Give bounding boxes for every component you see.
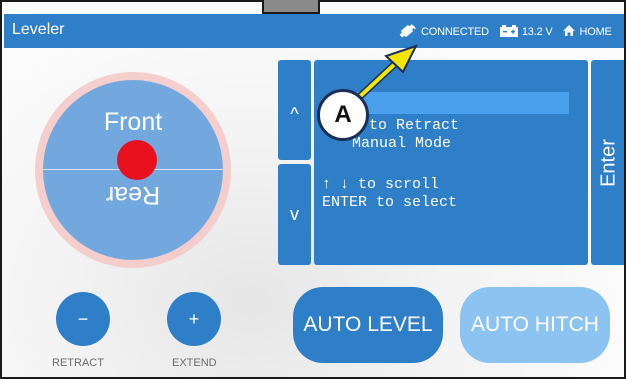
screen-frame: Leveler CONNECTED 13.2 V HOME Front Rear… (0, 0, 626, 379)
annotation-arrow (351, 44, 418, 105)
callout-badge: A (317, 89, 369, 141)
callout-letter: A (334, 101, 352, 128)
